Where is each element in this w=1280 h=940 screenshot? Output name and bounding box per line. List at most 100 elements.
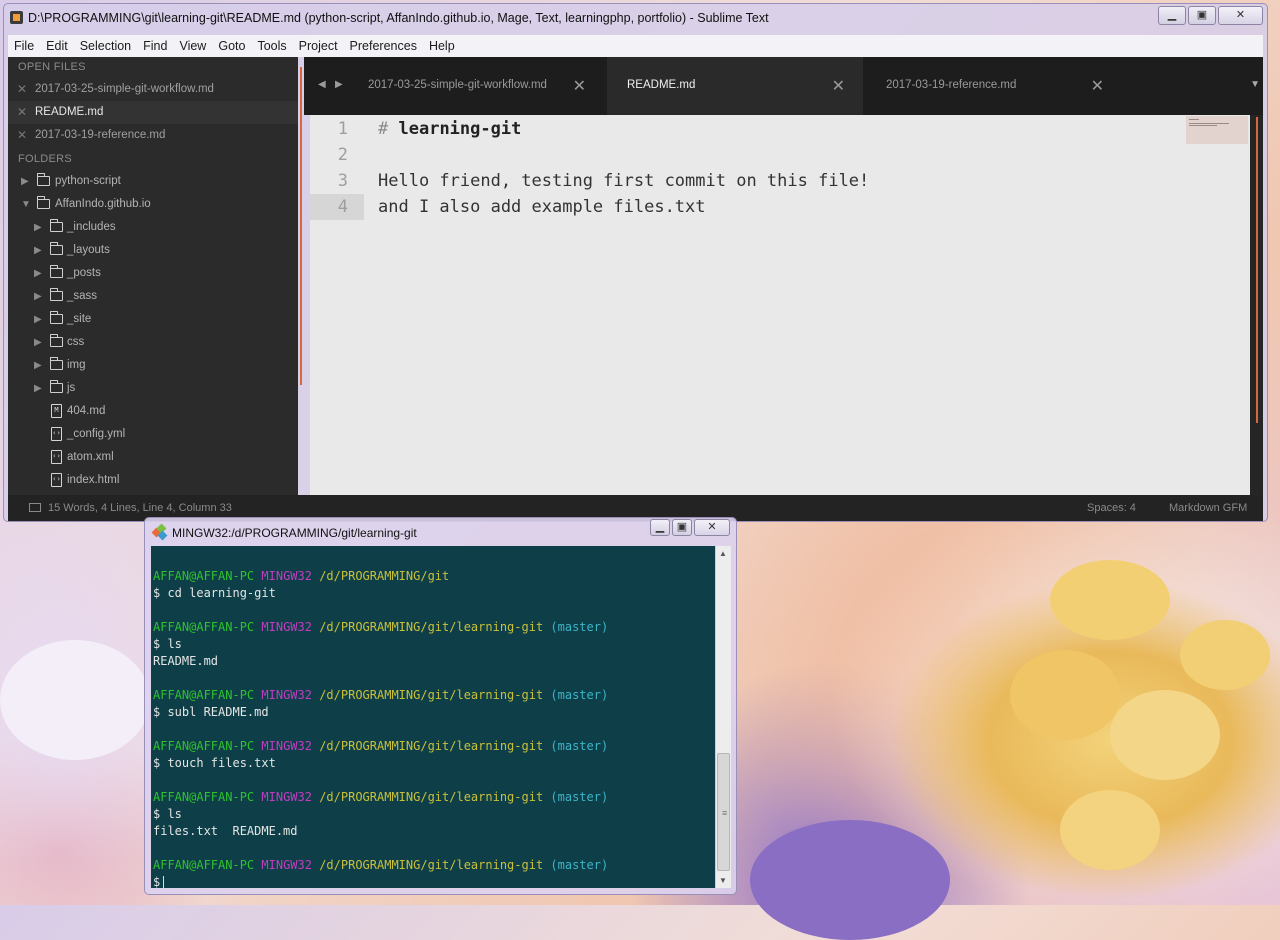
tab-close-icon[interactable]: ✕ xyxy=(832,76,845,96)
close-icon[interactable]: ✕ xyxy=(17,78,27,101)
folder-includes[interactable]: ▶ _includes xyxy=(8,216,298,239)
tab-simple-git-workflow[interactable]: 2017-03-25-simple-git-workflow.md ✕ xyxy=(348,57,604,115)
folder-affanindo[interactable]: ▼ AffanIndo.github.io xyxy=(8,193,298,216)
command-line: $ cd learning-git xyxy=(153,586,276,600)
folder-label: _posts xyxy=(67,267,101,279)
editor-area[interactable]: 1 # learning-git 2 3 Hello friend, testi… xyxy=(310,115,1250,495)
menu-selection[interactable]: Selection xyxy=(74,35,137,57)
minimap[interactable] xyxy=(1186,116,1248,144)
open-file-label: 2017-03-19-reference.md xyxy=(35,129,166,141)
prompt-path: /d/PROGRAMMING/git/learning-git xyxy=(319,620,544,634)
terminal-output[interactable]: AFFAN@AFFAN-PC MINGW32 /d/PROGRAMMING/gi… xyxy=(151,546,715,888)
folder-icon xyxy=(49,334,63,347)
line-content: Hello friend, testing first commit on th… xyxy=(378,171,870,191)
tab-close-icon[interactable]: ✕ xyxy=(1091,76,1104,96)
folder-icon xyxy=(49,219,63,232)
menu-find[interactable]: Find xyxy=(137,35,173,57)
tab-list-dropdown-icon[interactable]: ▼ xyxy=(1250,79,1260,90)
tab-reference[interactable]: 2017-03-19-reference.md ✕ xyxy=(866,57,1122,115)
line-content: # learning-git xyxy=(378,116,521,142)
maximize-button[interactable]: ▣ xyxy=(1188,6,1216,25)
command-line: $ ls xyxy=(153,637,182,651)
prompt-branch: (master) xyxy=(550,688,609,702)
sidebar: OPEN FILES ✕ 2017-03-25-simple-git-workf… xyxy=(8,57,298,495)
terminal-scrollbar[interactable]: ▲ ≡ ▼ xyxy=(715,546,731,888)
file-404[interactable]: M 404.md xyxy=(8,400,298,423)
sidebar-scrollbar[interactable] xyxy=(300,67,302,385)
expand-arrow-icon[interactable]: ▶ xyxy=(34,354,42,377)
tab-close-icon[interactable]: ✕ xyxy=(573,76,586,96)
expand-arrow-icon[interactable]: ▶ xyxy=(34,216,42,239)
expand-arrow-icon[interactable]: ▶ xyxy=(34,262,42,285)
file-index[interactable]: ‹› index.html xyxy=(8,469,298,492)
folder-site[interactable]: ▶ _site xyxy=(8,308,298,331)
status-indentation[interactable]: Spaces: 4 xyxy=(1087,495,1136,521)
prompt-env: MINGW32 xyxy=(261,688,312,702)
menu-file[interactable]: File xyxy=(8,35,40,57)
menu-help[interactable]: Help xyxy=(423,35,461,57)
close-button[interactable]: ✕ xyxy=(694,519,730,536)
expand-arrow-icon[interactable]: ▶ xyxy=(21,170,29,193)
expand-arrow-icon[interactable]: ▶ xyxy=(34,331,42,354)
scrollbar-thumb[interactable]: ≡ xyxy=(717,753,730,871)
sublime-title: D:\PROGRAMMING\git\learning-git\README.m… xyxy=(28,11,769,25)
expand-arrow-icon[interactable]: ▶ xyxy=(34,239,42,262)
folder-python-script[interactable]: ▶ python-script xyxy=(8,170,298,193)
folder-icon xyxy=(49,311,63,324)
panel-toggle-icon[interactable] xyxy=(29,503,41,512)
expand-arrow-icon[interactable]: ▶ xyxy=(34,285,42,308)
text-cursor xyxy=(163,876,165,888)
folder-sass[interactable]: ▶ _sass xyxy=(8,285,298,308)
folder-layouts[interactable]: ▶ _layouts xyxy=(8,239,298,262)
code-line: 2 xyxy=(310,142,1250,168)
file-label: 404.md xyxy=(67,405,106,417)
menu-view[interactable]: View xyxy=(173,35,212,57)
open-file-item-active[interactable]: ✕ README.md xyxy=(8,101,298,124)
status-syntax[interactable]: Markdown GFM xyxy=(1169,495,1247,521)
folder-label: _includes xyxy=(67,221,116,233)
tab-prev-icon[interactable]: ◀ xyxy=(318,79,326,90)
folder-css[interactable]: ▶ css xyxy=(8,331,298,354)
terminal-window-controls: ▁ ▣ ✕ xyxy=(650,519,730,536)
menu-goto[interactable]: Goto xyxy=(212,35,251,57)
folder-label: js xyxy=(67,382,76,394)
open-file-item[interactable]: ✕ 2017-03-25-simple-git-workflow.md xyxy=(8,78,298,101)
wallpaper-shape xyxy=(1110,690,1220,780)
scroll-down-icon[interactable]: ▼ xyxy=(719,876,727,885)
minimize-button[interactable]: ▁ xyxy=(650,519,670,536)
open-file-item[interactable]: ✕ 2017-03-19-reference.md xyxy=(8,124,298,147)
folder-posts[interactable]: ▶ _posts xyxy=(8,262,298,285)
expand-arrow-icon[interactable]: ▶ xyxy=(34,377,42,400)
prompt-line: AFFAN@AFFAN-PC MINGW32 /d/PROGRAMMING/gi… xyxy=(153,789,608,806)
menu-preferences[interactable]: Preferences xyxy=(344,35,423,57)
folder-icon xyxy=(49,265,63,278)
minimize-button[interactable]: ▁ xyxy=(1158,6,1186,25)
folder-js[interactable]: ▶ js xyxy=(8,377,298,400)
wallpaper-shape xyxy=(1180,620,1270,690)
expand-arrow-icon[interactable]: ▶ xyxy=(34,308,42,331)
markdown-file-icon: M xyxy=(51,404,62,418)
input-line[interactable]: $ xyxy=(153,874,608,888)
file-config[interactable]: ‹› _config.yml xyxy=(8,423,298,446)
close-button[interactable]: ✕ xyxy=(1218,6,1263,25)
tab-label: 2017-03-25-simple-git-workflow.md xyxy=(368,79,547,91)
prompt-branch: (master) xyxy=(550,739,609,753)
close-icon[interactable]: ✕ xyxy=(17,124,27,147)
editor-scrollbar[interactable] xyxy=(1256,117,1258,423)
file-atom[interactable]: ‹› atom.xml xyxy=(8,446,298,469)
maximize-button[interactable]: ▣ xyxy=(672,519,692,536)
tab-next-icon[interactable]: ▶ xyxy=(335,79,343,90)
menu-tools[interactable]: Tools xyxy=(251,35,292,57)
git-bash-icon xyxy=(151,523,168,541)
folder-label: _layouts xyxy=(67,244,110,256)
menu-edit[interactable]: Edit xyxy=(40,35,74,57)
wallpaper-shape xyxy=(1060,790,1160,870)
scroll-up-icon[interactable]: ▲ xyxy=(719,549,727,558)
close-icon[interactable]: ✕ xyxy=(17,101,27,124)
menu-project[interactable]: Project xyxy=(293,35,344,57)
folder-img[interactable]: ▶ img xyxy=(8,354,298,377)
collapse-arrow-icon[interactable]: ▼ xyxy=(21,193,31,216)
prompt-line: AFFAN@AFFAN-PC MINGW32 /d/PROGRAMMING/gi… xyxy=(153,619,608,636)
prompt-user: AFFAN@AFFAN-PC xyxy=(153,620,255,634)
tab-readme[interactable]: README.md ✕ xyxy=(607,57,863,115)
